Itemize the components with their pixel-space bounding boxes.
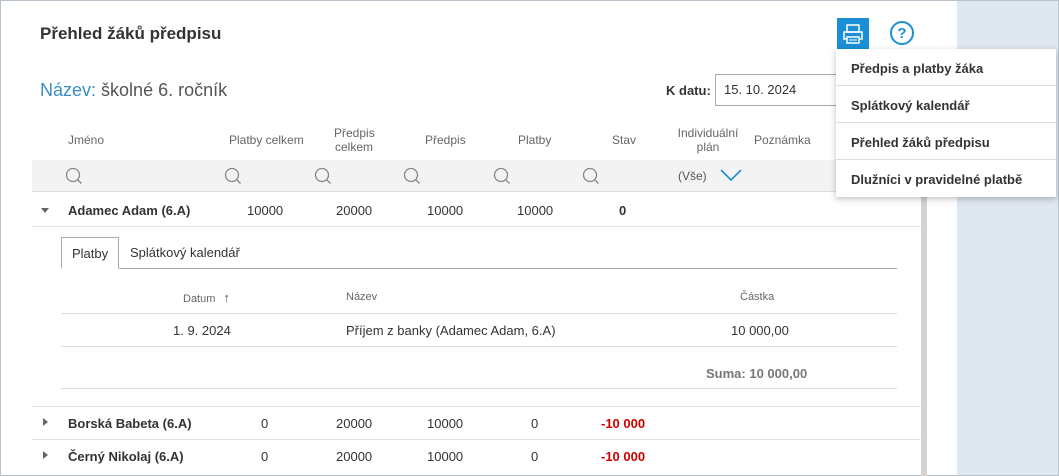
search-icon[interactable] — [65, 167, 83, 185]
detail-header-amount[interactable]: Částka — [740, 291, 774, 303]
tab-payments[interactable]: Platby — [61, 237, 120, 269]
date-label: K datu: — [666, 83, 711, 98]
search-icon[interactable] — [403, 167, 421, 185]
tab-installment-calendar[interactable]: Splátkový kalendář — [120, 237, 250, 268]
name-value: školné 6. ročník — [101, 80, 228, 100]
detail-header-name[interactable]: Název — [346, 291, 377, 303]
detail-amount: 10 000,00 — [731, 323, 789, 338]
row-divider — [32, 439, 922, 440]
chevron-down-icon[interactable] — [720, 168, 742, 182]
menu-item-prescription-and-payments[interactable]: Předpis a platby žáka — [836, 49, 1056, 86]
menu-item-debtors[interactable]: Dlužníci v pravidelné platbě — [836, 160, 1056, 197]
expand-row-icon[interactable] — [43, 451, 48, 459]
detail-row-divider — [61, 346, 897, 347]
filter-row — [32, 160, 922, 192]
column-header-status[interactable]: Stav — [612, 133, 636, 147]
column-header-total-payments[interactable]: Platby celkem — [229, 133, 304, 147]
status-value: -10 000 — [601, 416, 646, 431]
detail-header-date[interactable]: Datum ↑ — [183, 290, 230, 305]
total-payments-value: 0 — [261, 449, 269, 464]
scrollbar[interactable] — [921, 180, 927, 476]
tabs-underline — [61, 268, 897, 269]
individual-plan-filter-value[interactable]: (Vše) — [678, 169, 707, 183]
total-payments-value: 10000 — [247, 203, 284, 218]
detail-sum: Suma: 10 000,00 — [706, 366, 808, 381]
name-label: Název: — [40, 80, 97, 100]
column-header-name[interactable]: Jméno — [68, 133, 104, 147]
printer-icon — [843, 24, 863, 44]
row-divider — [32, 406, 922, 407]
detail-header-divider — [61, 313, 897, 314]
row-divider — [32, 226, 922, 227]
student-name[interactable]: Adamec Adam (6.A) — [68, 203, 190, 218]
prescription-value: 10000 — [427, 416, 464, 431]
search-icon[interactable] — [582, 167, 600, 185]
print-menu: Předpis a platby žáka Splátkový kalendář… — [836, 49, 1056, 197]
prescription-total-value: 20000 — [336, 203, 373, 218]
header-line: Individuální — [677, 126, 739, 140]
student-name[interactable]: Borská Babeta (6.A) — [68, 416, 192, 431]
header-line: Předpis — [334, 126, 375, 140]
expand-row-icon[interactable] — [43, 418, 48, 426]
prescription-name: Název: školné 6. ročník — [40, 80, 227, 101]
header-line: celkem — [334, 140, 373, 154]
sort-arrow-icon: ↑ — [223, 290, 230, 305]
menu-item-students-overview[interactable]: Přehled žáků předpisu — [836, 123, 1056, 160]
status-value: 0 — [619, 203, 627, 218]
column-header-individual-plan[interactable]: Individuální plán — [677, 126, 739, 154]
prescription-value: 10000 — [427, 449, 464, 464]
search-icon[interactable] — [314, 167, 332, 185]
column-header-prescription-total[interactable]: Předpis celkem — [334, 126, 375, 154]
print-button[interactable] — [837, 18, 869, 50]
column-header-payments[interactable]: Platby — [518, 133, 551, 147]
detail-sum-divider — [61, 388, 897, 389]
column-header-prescription[interactable]: Předpis — [425, 133, 466, 147]
status-value: -10 000 — [601, 449, 646, 464]
detail-date: 1. 9. 2024 — [173, 323, 231, 338]
search-icon[interactable] — [493, 167, 511, 185]
prescription-total-value: 20000 — [336, 416, 373, 431]
payments-value: 10000 — [517, 203, 554, 218]
collapse-row-icon[interactable] — [41, 208, 49, 213]
header-line: plán — [696, 140, 720, 154]
help-icon[interactable]: ? — [890, 21, 914, 45]
page-title: Přehled žáků předpisu — [40, 24, 222, 43]
prescription-value: 10000 — [427, 203, 464, 218]
column-header-note[interactable]: Poznámka — [754, 133, 811, 147]
detail-name: Příjem z banky (Adamec Adam, 6.A) — [346, 323, 556, 338]
menu-item-installment-calendar[interactable]: Splátkový kalendář — [836, 86, 1056, 123]
payments-value: 0 — [531, 416, 539, 431]
date-input[interactable]: 15. 10. 2024 — [715, 74, 845, 106]
header-text: Datum — [183, 293, 216, 305]
total-payments-value: 0 — [261, 416, 269, 431]
payments-value: 0 — [531, 449, 539, 464]
student-name[interactable]: Černý Nikolaj (6.A) — [68, 449, 184, 464]
prescription-total-value: 20000 — [336, 449, 373, 464]
search-icon[interactable] — [224, 167, 242, 185]
